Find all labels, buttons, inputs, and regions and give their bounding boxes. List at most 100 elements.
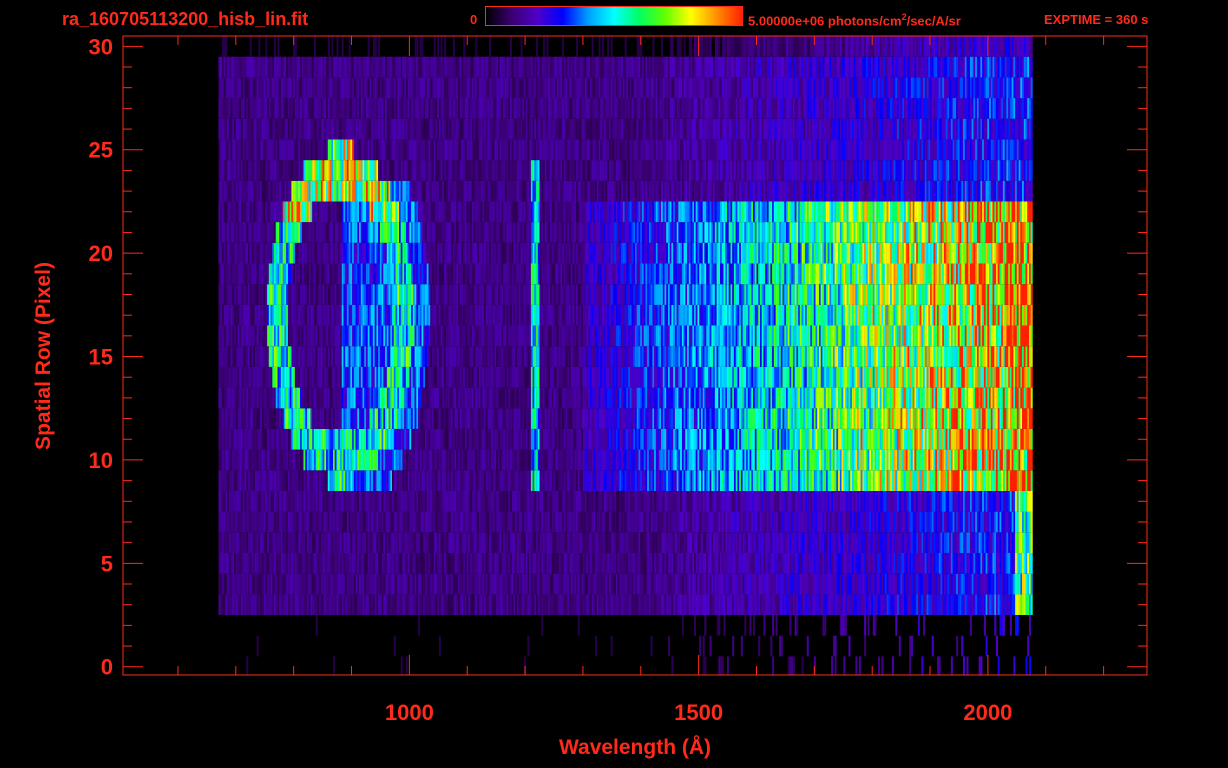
heatmap-cell	[978, 428, 981, 450]
heatmap-cell	[661, 594, 663, 615]
heatmap-cell	[227, 594, 230, 615]
heatmap-cell	[1011, 470, 1014, 491]
heatmap-cell	[221, 553, 224, 574]
heatmap-cell	[704, 511, 707, 533]
heatmap-cell	[359, 532, 361, 553]
heatmap-cell	[822, 594, 825, 615]
heatmap-cell	[792, 553, 795, 574]
heatmap-cell	[914, 594, 917, 615]
heatmap-cell	[412, 408, 415, 429]
heatmap-cell	[836, 532, 839, 553]
heatmap-cell	[871, 553, 873, 574]
heatmap-cell	[475, 408, 478, 429]
heatmap-cell	[529, 511, 532, 533]
heatmap-cell	[806, 449, 809, 471]
heatmap-cell	[900, 511, 903, 533]
heatmap-cell	[504, 470, 507, 491]
heatmap-cell	[456, 594, 459, 615]
heatmap-cell	[310, 449, 313, 471]
heatmap-cell	[1006, 553, 1009, 574]
heatmap-cell	[943, 408, 946, 429]
heatmap-cell	[739, 491, 742, 512]
heatmap-cell	[286, 408, 289, 429]
heatmap-cell	[475, 573, 478, 595]
heatmap-cell	[968, 470, 971, 491]
heatmap-cell	[1002, 573, 1005, 595]
heatmap-cell	[246, 491, 249, 512]
heatmap-cell	[569, 511, 571, 533]
heatmap-cell	[822, 428, 825, 450]
heatmap-cell	[690, 594, 693, 615]
heatmap-cell	[621, 573, 624, 595]
heatmap-cell	[782, 553, 785, 574]
heatmap-cell	[895, 511, 898, 533]
heatmap-cell	[534, 449, 537, 471]
heatmap-cell	[933, 449, 936, 471]
heatmap-cell	[938, 573, 941, 595]
heatmap-cell	[841, 428, 844, 450]
heatmap-cell	[753, 573, 755, 595]
heatmap-cell	[461, 470, 464, 491]
heatmap-cell	[928, 470, 931, 491]
heatmap-cell	[895, 428, 898, 450]
heatmap-cell	[954, 470, 957, 491]
heatmap-cell	[221, 532, 224, 553]
heatmap-cell	[909, 470, 912, 491]
heatmap-cell	[451, 594, 453, 615]
heatmap-cell	[1002, 532, 1005, 553]
heatmap-cell	[831, 511, 834, 533]
heatmap-cell	[499, 428, 502, 450]
heatmap-cell	[720, 491, 722, 512]
heatmap-cell	[510, 553, 512, 574]
heatmap-cell	[978, 470, 981, 491]
heatmap-cell	[909, 449, 912, 471]
heatmap-cell	[569, 553, 571, 574]
heatmap-cell	[1022, 428, 1024, 450]
heatmap-cell	[709, 470, 712, 491]
heatmap-cell	[518, 470, 521, 491]
heatmap-cell	[437, 408, 440, 429]
heatmap-cell	[504, 573, 507, 595]
heatmap-cell	[749, 532, 752, 553]
heatmap-cell	[270, 491, 273, 512]
heatmap-cell	[612, 491, 615, 512]
heatmap-cell	[723, 408, 726, 429]
heatmap-cell	[388, 387, 391, 409]
heatmap-cell	[782, 470, 785, 491]
heatmap-cell	[470, 553, 473, 574]
heatmap-cell	[305, 532, 308, 553]
heatmap-cell	[733, 470, 736, 491]
heatmap-cell	[900, 428, 903, 450]
heatmap-cell	[900, 594, 903, 615]
heatmap-cell	[822, 470, 825, 491]
heatmap-cell	[650, 594, 653, 615]
heatmap-cell	[319, 594, 322, 615]
heatmap-cell	[695, 470, 698, 491]
heatmap-cell	[251, 532, 254, 553]
heatmap-cell	[256, 408, 259, 429]
heatmap-cell	[490, 470, 493, 491]
heatmap-cell	[442, 553, 445, 574]
heatmap-cell	[846, 511, 849, 533]
heatmap-cell	[246, 573, 249, 595]
heatmap-cell	[348, 594, 351, 615]
heatmap-cell	[367, 573, 370, 595]
heatmap-cell	[909, 656, 912, 675]
heatmap-cell	[933, 532, 936, 553]
heatmap-cell	[728, 594, 731, 615]
heatmap-cell	[1011, 573, 1014, 595]
heatmap-cell	[777, 532, 780, 553]
heatmap-cell	[825, 532, 828, 553]
heatmap-cell	[490, 428, 493, 450]
heatmap-cell	[631, 532, 634, 553]
heatmap-cell	[617, 532, 620, 553]
heatmap-cell	[402, 470, 405, 491]
heatmap-cell	[957, 532, 960, 553]
heatmap-cell	[933, 511, 936, 533]
heatmap-cell	[997, 553, 1000, 574]
heatmap-cell	[510, 387, 512, 409]
heatmap-cell	[275, 408, 278, 429]
heatmap-cell	[572, 573, 575, 595]
heatmap-cell	[617, 573, 620, 595]
heatmap-cell	[407, 449, 410, 471]
